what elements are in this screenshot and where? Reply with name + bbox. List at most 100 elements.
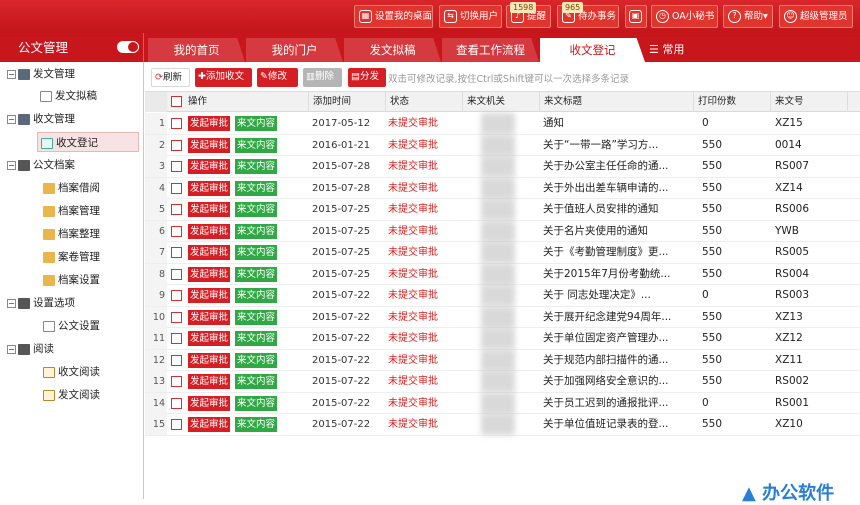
start-approval-button[interactable]: 发起审批 (188, 180, 231, 196)
table-row[interactable]: 13 发起审批 来文内容 2015-07-22 未提交审批 关于加强网络安全意识的... 5… (145, 371, 860, 393)
start-approval-button[interactable]: 发起审批 (188, 245, 231, 260)
edit-button[interactable]: ✎修改 (257, 68, 298, 87)
sidebar-group-dispatch[interactable]: − 发文管理 (7, 64, 75, 84)
delete-button[interactable]: ▥删除 (303, 68, 342, 87)
start-approval-button[interactable]: 发起审批 (188, 331, 231, 346)
view-content-button[interactable]: 来文内容 (235, 137, 278, 153)
tab-draft[interactable]: 发文拟稿 (344, 38, 441, 62)
start-approval-button[interactable]: 发起审批 (188, 352, 231, 368)
start-approval-button[interactable]: 发起审批 (188, 309, 231, 325)
table-row[interactable]: 2 发起审批 来文内容 2016-01-21 未提交审批 关于“一带一路”学习方... 55… (145, 134, 860, 156)
table-row[interactable]: 1 发起审批 来文内容 2017-05-12 未提交审批 通知 0 XZ15 (145, 113, 860, 135)
view-content-button[interactable]: 来文内容 (235, 288, 278, 303)
row-checkbox[interactable] (171, 376, 182, 387)
help-button[interactable]: ? 帮助▾ (723, 5, 773, 28)
table-row[interactable]: 9 发起审批 来文内容 2015-07-22 未提交审批 关于 同志处理决定》... 0 RS… (145, 285, 860, 307)
table-row[interactable]: 12 发起审批 来文内容 2015-07-22 未提交审批 关于规范内部扫描件的通... 5… (145, 349, 860, 371)
sidebar-toggle[interactable] (117, 41, 139, 53)
row-checkbox[interactable] (171, 247, 182, 258)
start-approval-button[interactable]: 发起审批 (188, 137, 231, 153)
view-content-button[interactable]: 来文内容 (235, 202, 278, 217)
set-desktop-button[interactable]: ▦ 设置我的桌面 (354, 5, 433, 28)
view-content-button[interactable]: 来文内容 (235, 245, 278, 260)
table-row[interactable]: 8 发起审批 来文内容 2015-07-25 未提交审批 关于2015年7月份考勤统...… (145, 263, 860, 285)
header-add-time[interactable]: 添加时间 (308, 92, 385, 112)
lock-button[interactable]: ▣ (625, 5, 647, 28)
sidebar-item-archive-sort[interactable]: 档案整理 (43, 224, 100, 244)
row-checkbox[interactable] (171, 354, 182, 366)
view-content-button[interactable]: 来文内容 (235, 417, 278, 432)
start-approval-button[interactable]: 发起审批 (188, 116, 231, 131)
header-doc-number[interactable]: 来文号 (770, 92, 847, 112)
oa-secretary-button[interactable]: ◷ OA小秘书 (651, 5, 718, 28)
view-content-button[interactable]: 来文内容 (235, 374, 278, 389)
tab-home[interactable]: 我的首页 (148, 38, 245, 62)
sidebar-group-read[interactable]: − 阅读 (7, 339, 54, 359)
table-row[interactable]: 14 发起审批 来文内容 2015-07-22 未提交审批 关于员工迟到的通报批评... 0… (145, 392, 860, 414)
row-checkbox[interactable] (171, 182, 182, 194)
table-row[interactable]: 15 发起审批 来文内容 2015-07-22 未提交审批 关于单位值班记录表的登... 5… (145, 414, 860, 436)
table-row[interactable]: 4 发起审批 来文内容 2015-07-28 未提交审批 关于外出出差车辆申请的... 55… (145, 177, 860, 199)
start-approval-button[interactable]: 发起审批 (188, 266, 231, 282)
row-checkbox[interactable] (171, 419, 182, 430)
add-receive-button[interactable]: ✚添加收文 (195, 68, 252, 87)
table-row[interactable]: 5 发起审批 来文内容 2015-07-25 未提交审批 关于值班人员安排的通知 550 RS… (145, 199, 860, 221)
row-checkbox[interactable] (171, 161, 182, 172)
tab-workflow[interactable]: 查看工作流程 (442, 38, 539, 62)
row-checkbox[interactable] (171, 397, 182, 409)
sidebar-item-dossier-manage[interactable]: 案卷管理 (43, 247, 100, 267)
row-checkbox[interactable] (171, 204, 182, 215)
start-approval-button[interactable]: 发起审批 (188, 288, 231, 303)
table-row[interactable]: 10 发起审批 来文内容 2015-07-22 未提交审批 关于展开纪念建党94周年...… (145, 306, 860, 328)
sidebar-group-receive[interactable]: − 收文管理 (7, 109, 75, 129)
row-checkbox[interactable] (171, 268, 182, 280)
start-approval-button[interactable]: 发起审批 (188, 395, 231, 411)
table-row[interactable]: 7 发起审批 来文内容 2015-07-25 未提交审批 关于《考勤管理制度》更... 55… (145, 242, 860, 264)
sidebar-item-archive-manage[interactable]: 档案管理 (43, 201, 100, 221)
header-source-org[interactable]: 来文机关 (462, 92, 539, 112)
start-approval-button[interactable]: 发起审批 (188, 223, 231, 239)
sidebar-item-doc-settings[interactable]: 公文设置 (43, 316, 100, 336)
table-row[interactable]: 6 发起审批 来文内容 2015-07-25 未提交审批 关于名片夹使用的通知 550 YWB (145, 220, 860, 242)
distribute-button[interactable]: ▤分发 (348, 68, 386, 87)
view-content-button[interactable]: 来文内容 (235, 309, 278, 325)
header-print-count[interactable]: 打印份数 (693, 92, 770, 112)
tab-common[interactable]: ☰ 常用 (649, 38, 684, 62)
sidebar-item-receive-register[interactable]: 收文登记 (37, 132, 139, 152)
start-approval-button[interactable]: 发起审批 (188, 417, 231, 432)
sidebar-item-dispatch-draft[interactable]: 发文拟稿 (40, 86, 97, 106)
view-content-button[interactable]: 来文内容 (235, 266, 278, 282)
view-content-button[interactable]: 来文内容 (235, 159, 278, 174)
view-content-button[interactable]: 来文内容 (235, 180, 278, 196)
view-content-button[interactable]: 来文内容 (235, 116, 278, 131)
table-row[interactable]: 3 发起审批 来文内容 2015-07-28 未提交审批 关于办公室主任任命的通... 55… (145, 156, 860, 178)
tab-portal[interactable]: 我的门户 (246, 38, 343, 62)
sidebar-item-receive-read[interactable]: 收文阅读 (43, 362, 100, 382)
select-all-checkbox[interactable] (171, 96, 182, 107)
row-checkbox[interactable] (171, 290, 182, 301)
sidebar-item-dispatch-read[interactable]: 发文阅读 (43, 385, 100, 405)
sidebar-item-archive-borrow[interactable]: 档案借阅 (43, 178, 100, 198)
table-row[interactable]: 11 发起审批 来文内容 2015-07-22 未提交审批 关于单位固定资产管理办... 5… (145, 328, 860, 350)
switch-user-button[interactable]: ⇆ 切换用户 (439, 5, 502, 28)
row-checkbox[interactable] (171, 225, 182, 237)
sidebar-group-settings[interactable]: − 设置选项 (7, 293, 75, 313)
view-content-button[interactable]: 来文内容 (235, 352, 278, 368)
header-status[interactable]: 状态 (385, 92, 462, 112)
view-content-button[interactable]: 来文内容 (235, 223, 278, 239)
view-content-button[interactable]: 来文内容 (235, 395, 278, 411)
sidebar-item-archive-settings[interactable]: 档案设置 (43, 270, 100, 290)
start-approval-button[interactable]: 发起审批 (188, 374, 231, 389)
refresh-button[interactable]: ⟳刷新 (151, 68, 190, 87)
start-approval-button[interactable]: 发起审批 (188, 159, 231, 174)
row-checkbox[interactable] (171, 118, 182, 129)
row-checkbox[interactable] (171, 139, 182, 151)
row-checkbox[interactable] (171, 333, 182, 344)
header-title[interactable]: 来文标题 (539, 92, 693, 112)
sidebar-group-archive[interactable]: − 公文档案 (7, 155, 75, 175)
admin-button[interactable]: ☺ 超级管理员 (779, 5, 853, 28)
tab-receive-register[interactable]: 收文登记 (540, 38, 645, 62)
view-content-button[interactable]: 来文内容 (235, 331, 278, 346)
start-approval-button[interactable]: 发起审批 (188, 202, 231, 217)
row-checkbox[interactable] (171, 311, 182, 323)
